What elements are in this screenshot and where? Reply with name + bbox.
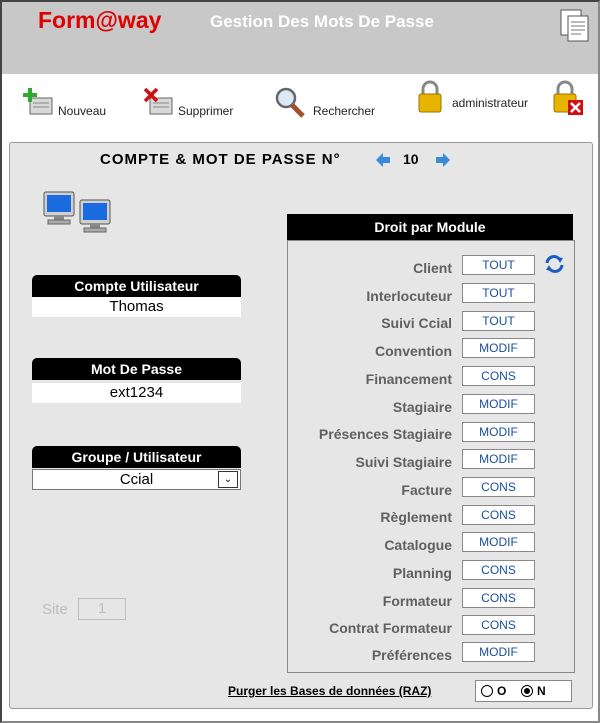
- logout-lock-icon[interactable]: [552, 80, 584, 116]
- computers-icon: [43, 191, 111, 233]
- site-label: Site: [42, 601, 68, 618]
- purge-yes-radio[interactable]: [481, 685, 493, 697]
- lock-icon[interactable]: [416, 80, 444, 114]
- purge-no-radio[interactable]: [521, 685, 533, 697]
- user-account-label: Compte Utilisateur: [32, 275, 241, 297]
- right-button-catalogue[interactable]: MODIF: [462, 532, 535, 552]
- magnifier-icon: [275, 87, 305, 118]
- rights-header: Droit par Module: [287, 214, 573, 240]
- purge-radio-group: O N: [475, 680, 572, 702]
- search-label: Rechercher: [313, 104, 376, 118]
- right-button-preferences[interactable]: MODIF: [462, 642, 535, 662]
- group-label: Groupe / Utilisateur: [32, 446, 241, 468]
- next-arrow-icon[interactable]: [435, 152, 451, 168]
- module-label-stagiaire: Stagiaire: [392, 399, 452, 415]
- record-number: 10: [403, 151, 419, 167]
- module-label-contrat-formateur: Contrat Formateur: [329, 620, 452, 636]
- delete-button[interactable]: Supprimer: [142, 80, 233, 120]
- right-button-reglement[interactable]: CONS: [462, 505, 535, 525]
- right-button-formateur[interactable]: CONS: [462, 588, 535, 608]
- module-label-formateur: Formateur: [382, 593, 452, 609]
- header-bar: Form@way Gestion Des Mots De Passe: [2, 2, 598, 74]
- purge-no-label: N: [537, 684, 546, 698]
- purge-database-label[interactable]: Purger les Bases de données (RAZ): [228, 684, 431, 698]
- module-label-client: Client: [413, 260, 452, 276]
- user-account-field[interactable]: Thomas: [32, 297, 241, 317]
- password-label: Mot De Passe: [32, 358, 241, 380]
- right-button-client[interactable]: TOUT: [462, 255, 535, 275]
- previous-arrow-icon[interactable]: [375, 152, 391, 168]
- module-label-financement: Financement: [365, 371, 452, 387]
- right-button-financement[interactable]: CONS: [462, 366, 535, 386]
- chevron-down-icon[interactable]: ⌄: [218, 471, 238, 488]
- search-button[interactable]: Rechercher: [273, 80, 375, 120]
- right-button-convention[interactable]: MODIF: [462, 338, 535, 358]
- right-button-facture[interactable]: CONS: [462, 477, 535, 497]
- group-select-value: Ccial: [119, 471, 154, 488]
- site-field: 1: [78, 598, 126, 620]
- right-button-suivi-ccial[interactable]: TOUT: [462, 311, 535, 331]
- module-label-suivi-stagiaire: Suivi Stagiaire: [355, 454, 452, 470]
- refresh-icon[interactable]: [544, 254, 565, 274]
- documents-icon[interactable]: [559, 8, 591, 44]
- add-record-icon: [23, 88, 53, 115]
- new-label: Nouveau: [58, 104, 107, 118]
- toolbar: Nouveau Supprimer Rechercher administrat…: [2, 74, 598, 142]
- delete-record-icon: [143, 87, 173, 115]
- right-button-planning[interactable]: CONS: [462, 560, 535, 580]
- module-label-preferences: Préférences: [371, 647, 452, 663]
- module-label-planning: Planning: [392, 565, 452, 581]
- group-select[interactable]: Ccial ⌄: [32, 469, 241, 490]
- new-button[interactable]: Nouveau: [22, 80, 106, 120]
- record-title: COMPTE & MOT DE PASSE N°: [100, 151, 341, 168]
- admin-label: administrateur: [452, 96, 529, 110]
- module-label-convention: Convention: [375, 343, 452, 359]
- purge-yes-label: O: [497, 684, 507, 698]
- right-button-interlocuteur[interactable]: TOUT: [462, 283, 535, 303]
- page-title: Gestion Des Mots De Passe: [210, 12, 434, 31]
- module-label-facture: Facture: [401, 482, 452, 498]
- right-button-suivi-stagiaire[interactable]: MODIF: [462, 449, 535, 469]
- right-button-contrat-formateur[interactable]: CONS: [462, 615, 535, 635]
- module-label-interlocuteur: Interlocuteur: [366, 288, 452, 304]
- right-button-stagiaire[interactable]: MODIF: [462, 394, 535, 414]
- module-label-reglement: Règlement: [380, 509, 452, 525]
- module-label-presences-stagiaire: Présences Stagiaire: [318, 426, 452, 442]
- password-field[interactable]: ext1234: [32, 383, 241, 403]
- delete-label: Supprimer: [178, 104, 234, 118]
- right-button-presences-stagiaire[interactable]: MODIF: [462, 422, 535, 442]
- module-label-catalogue: Catalogue: [384, 537, 452, 553]
- module-label-suivi-ccial: Suivi Ccial: [381, 315, 452, 331]
- app-logo: Form@way: [38, 7, 162, 33]
